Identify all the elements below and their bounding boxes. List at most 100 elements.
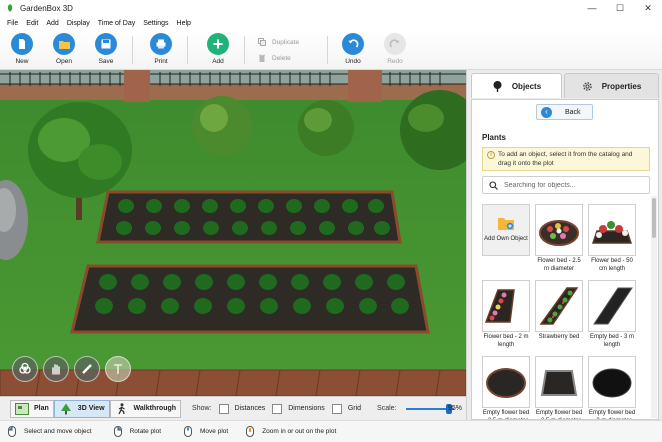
catalog-item[interactable]: Empty flower bed - 2.5 m diameter <box>535 356 583 419</box>
catalog-item[interactable]: Empty flower bed - 2 m diameter <box>588 356 636 419</box>
menu-time-of-day[interactable]: Time of Day <box>94 20 139 27</box>
catalog-item-label: Flower bed - 2.5 m diameter <box>537 258 581 272</box>
catalog-item[interactable]: Flower bed - 2 m length <box>482 280 530 349</box>
search-input[interactable] <box>504 181 644 189</box>
trash-icon <box>258 54 266 62</box>
strawberry-bed-icon <box>539 287 579 325</box>
catalog-item-label: Empty flower bed - 2 m diameter <box>588 410 636 419</box>
catalog-item-label: Flower bed - 50 cm length <box>591 258 633 272</box>
show-label: Show: <box>192 405 212 412</box>
status-select-move: Select and move object <box>6 426 92 438</box>
catalog-item[interactable]: Empty flower bed - 2.5 m diameter <box>482 356 530 419</box>
empty-oval-bed-icon <box>592 368 632 398</box>
save-label: Save <box>98 58 114 65</box>
shrub-right <box>298 100 354 156</box>
new-button[interactable]: New <box>2 33 42 65</box>
gear-icon <box>582 80 594 92</box>
undo-label: Undo <box>345 58 361 65</box>
duplicate-label: Duplicate <box>272 38 300 46</box>
plan-view-button[interactable]: Plan <box>10 399 54 418</box>
empty-square-bed-icon <box>540 370 578 396</box>
new-file-icon <box>11 33 33 55</box>
distances-checkbox-box[interactable] <box>218 403 229 414</box>
grid-checkbox[interactable]: Grid <box>331 403 361 414</box>
save-disk-icon <box>95 33 117 55</box>
search-box[interactable] <box>482 176 650 194</box>
tab-objects-label: Objects <box>511 81 542 91</box>
toolbar: New Open Save Print Add Duplicate Delete… <box>0 30 662 70</box>
mouse-right-icon <box>112 426 124 438</box>
minimize-button[interactable]: — <box>578 0 606 16</box>
status-select-label: Select and move object <box>24 428 92 435</box>
mouse-left-icon <box>6 426 18 438</box>
duplicate-button[interactable]: Duplicate <box>258 38 299 46</box>
panel-scrollbar-thumb[interactable] <box>652 198 656 238</box>
garden-3d-viewport[interactable] <box>0 70 466 396</box>
toolbar-separator <box>244 36 245 64</box>
catalog-item-label: Flower bed - 2 m length <box>483 334 529 348</box>
undo-button[interactable]: Undo <box>333 33 373 65</box>
catalog-item[interactable]: Empty bed - 3 m length <box>588 280 636 349</box>
catalog-item[interactable]: Strawberry bed <box>535 280 583 342</box>
dimensions-checkbox-box[interactable] <box>272 403 283 414</box>
maximize-button[interactable]: ☐ <box>606 0 634 16</box>
delete-button[interactable]: Delete <box>258 54 291 62</box>
save-button[interactable]: Save <box>86 33 126 65</box>
open-button[interactable]: Open <box>44 33 84 65</box>
catalog-item[interactable]: Flower bed - 2.5 m diameter <box>535 204 583 273</box>
tab-properties-label: Properties <box>601 81 642 91</box>
object-panel: Objects Properties ‹ Back Plants i To ad… <box>466 70 662 420</box>
section-title: Plants <box>482 133 507 142</box>
menu-file[interactable]: File <box>3 20 22 27</box>
toolbar-separator <box>327 36 328 64</box>
add-own-object-tile[interactable]: Add Own Object <box>482 204 530 256</box>
open-folder-icon <box>53 33 75 55</box>
status-move: Move plot <box>182 426 228 438</box>
dimensions-checkbox[interactable]: Dimensions <box>272 403 325 414</box>
printer-icon <box>150 33 172 55</box>
status-bar: Select and move object Rotate plot Move … <box>0 420 662 442</box>
plan-icon <box>15 402 29 415</box>
tab-properties[interactable]: Properties <box>564 73 659 98</box>
search-icon <box>488 180 498 190</box>
dimensions-label: Dimensions <box>288 405 325 412</box>
add-button[interactable]: Add <box>198 33 238 65</box>
empty-long-bed-icon <box>593 287 633 325</box>
redo-arrow-icon <box>384 33 406 55</box>
back-button[interactable]: ‹ Back <box>536 104 593 120</box>
catalog-item-label: Strawberry bed <box>538 334 580 340</box>
tab-objects[interactable]: Objects <box>471 73 563 98</box>
distances-checkbox[interactable]: Distances <box>218 403 265 414</box>
plus-icon <box>207 33 229 55</box>
scale-slider[interactable] <box>405 403 454 414</box>
status-zoom-label: Zoom in or out on the plot <box>262 428 337 435</box>
walking-person-icon <box>115 402 129 415</box>
select-objects-icon[interactable] <box>12 356 38 382</box>
catalog-item-label: Empty flower bed - 2.5 m diameter <box>482 410 530 419</box>
menu-add[interactable]: Add <box>42 20 62 27</box>
catalog-item-label: Empty flower bed - 2.5 m diameter <box>535 410 583 419</box>
hand-pan-icon[interactable] <box>43 356 69 382</box>
menu-edit[interactable]: Edit <box>22 20 42 27</box>
3d-view-button[interactable]: 3D View <box>53 399 110 418</box>
status-zoom: Zoom in or out on the plot <box>244 426 336 438</box>
back-arrow-icon: ‹ <box>541 106 552 118</box>
square-flower-bed-icon <box>591 221 633 244</box>
toolbar-separator <box>187 36 188 64</box>
catalog-item[interactable]: Flower bed - 50 cm length <box>588 204 636 273</box>
walkthrough-button[interactable]: Walkthrough <box>109 399 182 418</box>
hint-text: To add an object, select it from the cat… <box>498 151 633 167</box>
print-button[interactable]: Print <box>141 33 181 65</box>
menu-help[interactable]: Help <box>173 20 195 27</box>
empty-round-bed-icon <box>486 368 526 398</box>
menu-settings[interactable]: Settings <box>139 20 172 27</box>
add-label: Add <box>212 58 224 65</box>
text-tool-icon[interactable] <box>105 356 131 382</box>
redo-button[interactable]: Redo <box>375 33 415 65</box>
title-bar: GardenBox 3D — ☐ ✕ <box>0 0 662 16</box>
close-button[interactable]: ✕ <box>634 0 662 16</box>
ruler-icon[interactable] <box>74 356 100 382</box>
panel-scrollbar[interactable] <box>651 196 657 418</box>
menu-display[interactable]: Display <box>63 20 94 27</box>
grid-checkbox-box[interactable] <box>331 403 342 414</box>
